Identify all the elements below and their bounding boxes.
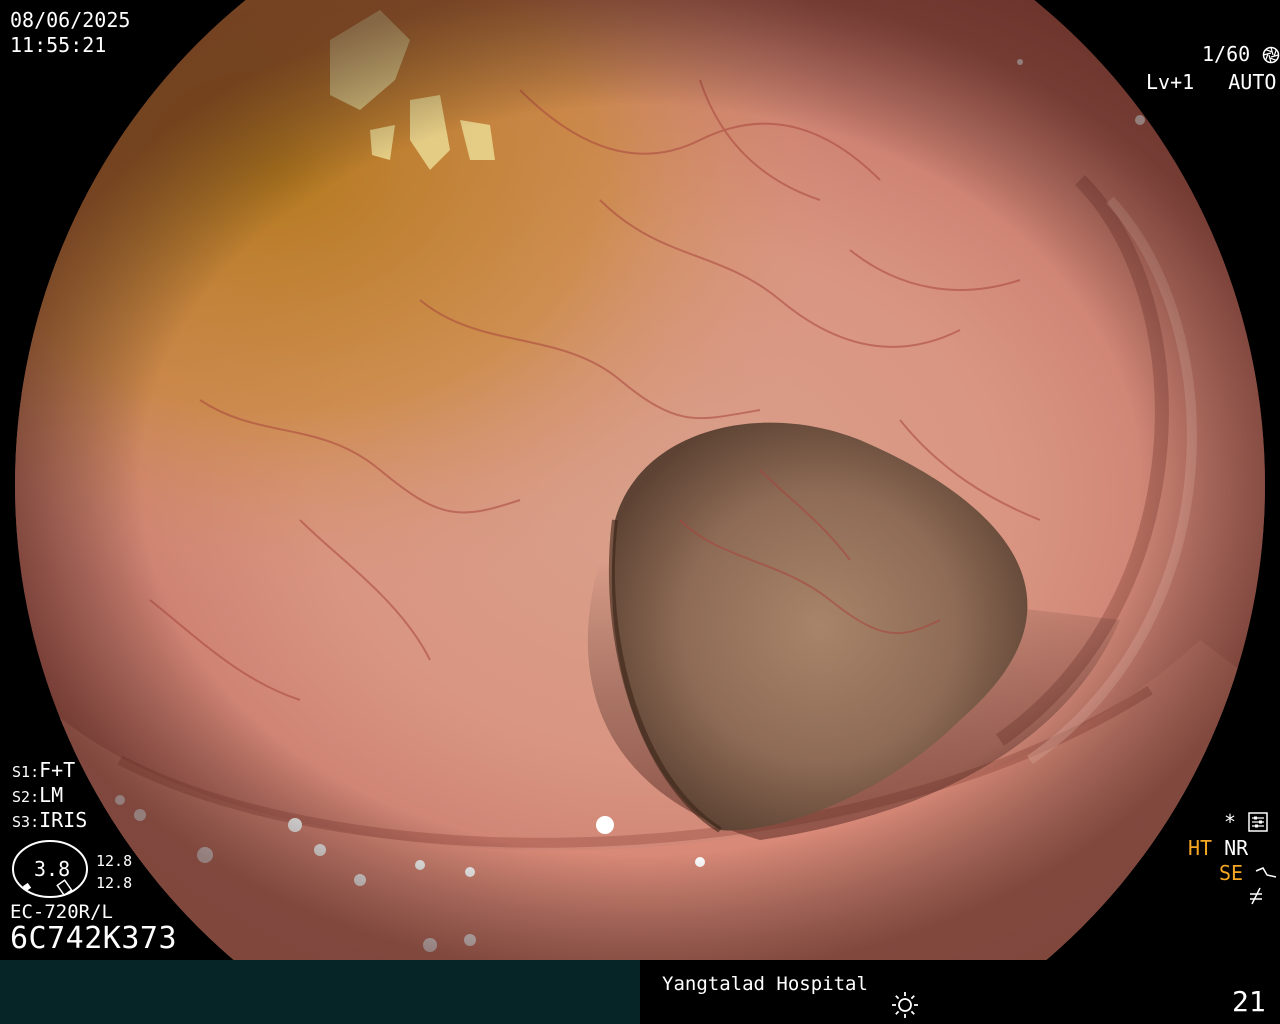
zoom-value: 3.8: [34, 857, 71, 881]
setting-s2: S2:LM: [12, 783, 64, 807]
exposure-readout: Lv+1 AUTO: [1146, 70, 1280, 94]
setting-s2-key: S2: [12, 788, 31, 806]
setting-s3-key: S3: [12, 813, 31, 831]
shutter-icon: [1262, 46, 1280, 64]
setting-s2-value: LM: [39, 783, 64, 807]
zoom-readout-top: 12.8: [96, 852, 133, 870]
flash-off-icon: [1250, 887, 1262, 905]
ht-label: HT: [1188, 836, 1213, 860]
date-label: 08/06/2025: [10, 8, 131, 32]
frame-counter: 21: [1232, 985, 1266, 1018]
setting-s1-value: F+T: [39, 758, 76, 782]
status-bar-info: Yangtalad Hospital 21: [640, 960, 1280, 1024]
scope-serial: 6C742K373: [10, 921, 178, 956]
shutter-readout: 1/60: [1202, 42, 1280, 66]
setting-s3-value: IRIS: [39, 808, 88, 832]
ht-nr-indicator: HT NR: [1188, 836, 1248, 860]
setting-s3: S3:IRIS: [12, 808, 88, 832]
exposure-mode-label: AUTO: [1228, 70, 1277, 94]
time-label: 11:55:21: [10, 33, 107, 57]
brightness-icon: [892, 992, 918, 1018]
setting-s1: S1:F+T: [12, 758, 76, 782]
endoscope-view: [15, 0, 1265, 960]
nr-label: NR: [1224, 836, 1249, 860]
hospital-name: Yangtalad Hospital: [662, 973, 868, 995]
shutter-label: 1/60: [1202, 42, 1251, 66]
mode-indicator: *: [1224, 810, 1268, 834]
enhance-icon: [1255, 867, 1277, 878]
se-label: SE: [1219, 861, 1244, 885]
se-indicator: SE: [1219, 861, 1277, 885]
level-label: Lv+1: [1146, 70, 1195, 94]
asterisk-label: *: [1224, 810, 1237, 834]
setting-s1-key: S1: [12, 763, 31, 781]
zoom-readout-bottom: 12.8: [96, 874, 133, 892]
settings-icon: [1248, 812, 1268, 832]
